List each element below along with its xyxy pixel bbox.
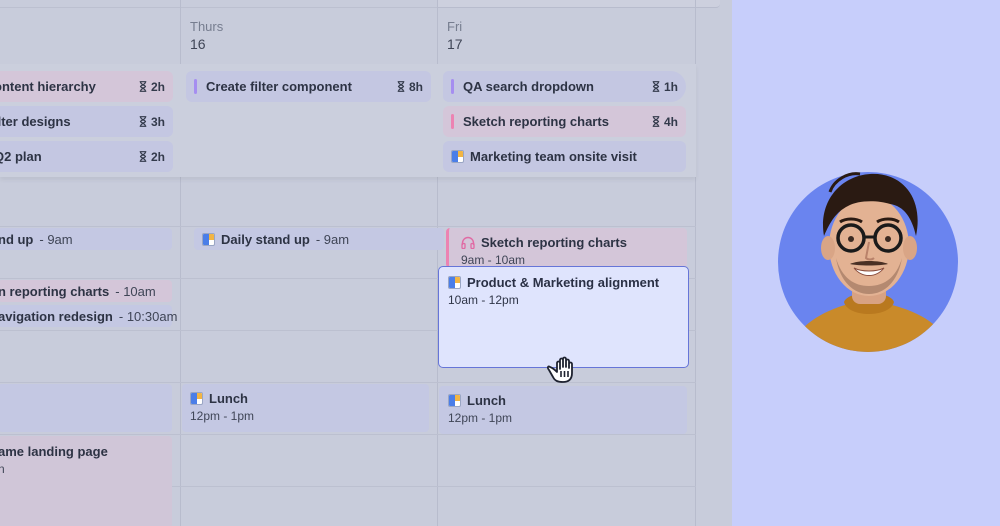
task-chip[interactable]: Q2 plan 2h [0, 141, 173, 172]
google-calendar-icon [451, 150, 464, 163]
google-calendar-icon [202, 233, 215, 246]
event-title: Lunch [467, 393, 506, 408]
day-name-fri: Fri [447, 19, 463, 34]
task-chip-qa-search[interactable]: QA search dropdown 1h [443, 71, 686, 102]
event-title: n reporting charts [0, 284, 110, 299]
event-time: - 9am [39, 232, 73, 247]
event-time: - 10am [115, 284, 156, 299]
task-duration: 2h [139, 150, 165, 164]
event-title: avigation redesign [0, 309, 113, 324]
task-title: ontent hierarchy [0, 79, 96, 94]
event-block-left[interactable] [0, 384, 172, 432]
task-title: Q2 plan [0, 149, 42, 164]
hourglass-icon [397, 81, 405, 92]
event-lunch-fri[interactable]: Lunch 12pm - 1pm [439, 386, 687, 434]
hourglass-icon [139, 81, 147, 92]
task-title: ilter designs [0, 114, 71, 129]
event-title: nd up [0, 232, 34, 247]
day-number-fri[interactable]: 17 [447, 36, 463, 52]
avatar [778, 162, 960, 352]
event-time: n [0, 462, 5, 476]
task-duration: 8h [397, 80, 423, 94]
task-title: QA search dropdown [463, 79, 594, 94]
google-calendar-icon [190, 392, 203, 405]
hourglass-icon [652, 81, 660, 92]
event-title: Daily stand up [221, 232, 310, 247]
event-daily-standup[interactable]: Daily stand up - 9am [194, 228, 444, 250]
profile-panel [732, 0, 1000, 526]
event-time: 9am - 10am [461, 253, 526, 267]
task-title: Sketch reporting charts [463, 114, 609, 129]
task-chip-marketing-onsite[interactable]: Marketing team onsite visit [443, 141, 686, 172]
event-time: - 9am [315, 232, 350, 247]
event-time: - 10:30am [118, 309, 178, 324]
google-calendar-icon [448, 394, 461, 407]
dragged-event-card[interactable]: Product & Marketing alignment 10am - 12p… [438, 266, 689, 368]
day-number-thurs[interactable]: 16 [190, 36, 206, 52]
event-time: 12pm - 1pm [448, 411, 513, 425]
hour-line [0, 382, 696, 383]
day-name-thurs: Thurs [190, 19, 224, 34]
event-time: 12pm - 1pm [190, 409, 255, 423]
headphones-icon [461, 236, 475, 249]
calendar-week-view: Thurs 16 Fri 17 ontent hierarchy 2h ilte… [0, 0, 732, 526]
task-color-bar [451, 79, 454, 94]
event-title: ame landing page [0, 444, 108, 459]
hourglass-icon [139, 151, 147, 162]
scroll-bar-top [437, 0, 720, 8]
task-title: Create filter component [206, 79, 352, 94]
task-chip[interactable]: ontent hierarchy 2h [0, 71, 173, 102]
task-color-bar [194, 79, 197, 94]
task-color-bar [451, 114, 454, 129]
event-reporting-left[interactable]: n reporting charts - 10am [0, 280, 172, 302]
event-title: Lunch [209, 391, 248, 406]
event-title: Product & Marketing alignment [467, 275, 660, 290]
task-chip[interactable]: ilter designs 3h [0, 106, 173, 137]
hour-line [0, 434, 696, 435]
task-duration: 4h [652, 115, 678, 129]
event-navigation-left[interactable]: avigation redesign - 10:30am [0, 305, 177, 327]
event-landing-left[interactable]: ame landing page n [0, 436, 172, 526]
task-chip-create-filter[interactable]: Create filter component 8h [186, 71, 431, 102]
google-calendar-icon [448, 276, 461, 289]
hourglass-icon [139, 116, 147, 127]
event-time: 10am - 12pm [448, 293, 519, 307]
event-sketch-fri[interactable]: Sketch reporting charts 9am - 10am [446, 228, 687, 268]
grab-hand-cursor-icon [547, 356, 573, 383]
task-duration: 3h [139, 115, 165, 129]
hour-line [0, 226, 696, 227]
event-title: Sketch reporting charts [481, 235, 627, 250]
event-standup-left[interactable]: nd up - 9am [0, 228, 172, 250]
task-duration: 2h [139, 80, 165, 94]
event-lunch-thu[interactable]: Lunch 12pm - 1pm [182, 384, 429, 432]
task-chip-sketch[interactable]: Sketch reporting charts 4h [443, 106, 686, 137]
task-duration: 1h [652, 80, 678, 94]
task-title: Marketing team onsite visit [470, 149, 637, 164]
hourglass-icon [652, 116, 660, 127]
